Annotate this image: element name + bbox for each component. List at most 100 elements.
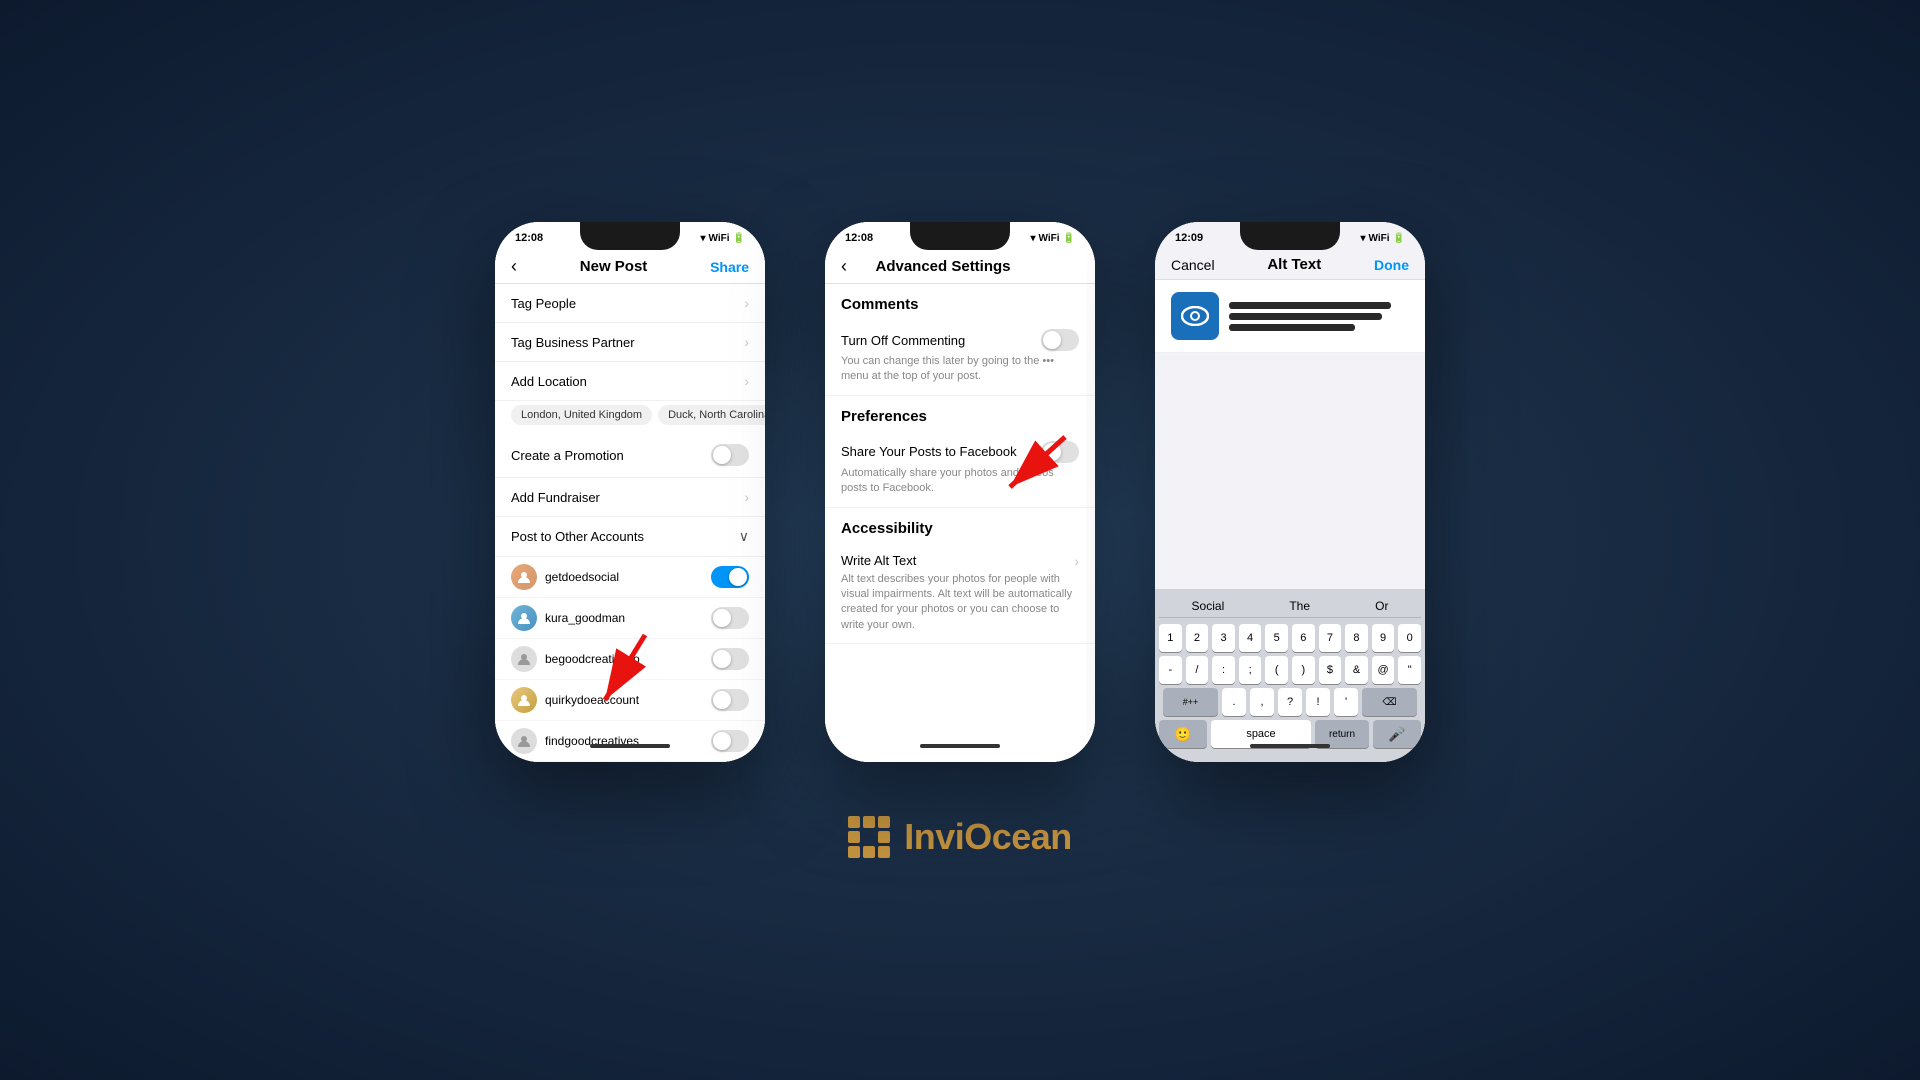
- account-avatar-1: [511, 564, 537, 590]
- commenting-label: Turn Off Commenting: [841, 333, 965, 348]
- logo-area: InviOcean: [848, 816, 1072, 858]
- account-avatar-4: [511, 687, 537, 713]
- logo-dot-5: [863, 831, 875, 843]
- list-item-tag-people[interactable]: Tag People ›: [495, 284, 765, 323]
- key-0[interactable]: 0: [1398, 624, 1421, 652]
- status-bar-3: 12:09 ▾ WiFi 🔋: [1155, 222, 1425, 250]
- suggestion-3[interactable]: Or: [1369, 597, 1394, 615]
- adv-item-alt-text[interactable]: Write Alt Text › Alt text describes your…: [825, 543, 1095, 645]
- phone-divider-1: [590, 744, 670, 748]
- key-period[interactable]: .: [1222, 688, 1246, 716]
- account-toggle-3[interactable]: [711, 648, 749, 670]
- kbd-suggestions: Social The Or: [1159, 595, 1421, 618]
- share-button[interactable]: Share: [710, 259, 749, 275]
- key-semicolon[interactable]: ;: [1239, 656, 1262, 684]
- account-name-4: quirkydoeaccount: [545, 693, 711, 707]
- key-3[interactable]: 3: [1212, 624, 1235, 652]
- done-button[interactable]: Done: [1374, 257, 1409, 273]
- chevron-icon: ›: [744, 489, 749, 505]
- key-apostrophe[interactable]: ': [1334, 688, 1358, 716]
- key-6[interactable]: 6: [1292, 624, 1315, 652]
- back-button-1[interactable]: ‹: [511, 256, 517, 277]
- location-tags: London, United Kingdom Duck, North Carol…: [495, 401, 765, 433]
- share-facebook-toggle[interactable]: [1041, 441, 1079, 463]
- logo-dot-7: [848, 846, 860, 858]
- nav-title-2: Advanced Settings: [875, 258, 1010, 275]
- alt-text-line-1: [1229, 302, 1391, 309]
- key-comma[interactable]: ,: [1250, 688, 1274, 716]
- list-item-add-location[interactable]: Add Location ›: [495, 362, 765, 401]
- key-dollar[interactable]: $: [1319, 656, 1342, 684]
- share-facebook-desc: Automatically share your photos and vide…: [841, 466, 1079, 497]
- key-exclaim[interactable]: !: [1306, 688, 1330, 716]
- logo-dot-6: [878, 831, 890, 843]
- key-rparen[interactable]: ): [1292, 656, 1315, 684]
- screen-content-1: Tag People › Tag Business Partner › Add …: [495, 284, 765, 762]
- time-1: 12:08: [515, 232, 543, 244]
- key-quote[interactable]: ": [1398, 656, 1421, 684]
- suggestion-2[interactable]: The: [1283, 597, 1316, 615]
- list-item-other-accounts[interactable]: Post to Other Accounts ∨: [495, 517, 765, 557]
- emoji-key[interactable]: 🙂: [1159, 720, 1207, 748]
- key-amp[interactable]: &: [1345, 656, 1368, 684]
- status-icons-2: ▾ WiFi 🔋: [1031, 233, 1076, 244]
- key-more[interactable]: #++: [1163, 688, 1218, 716]
- promotion-toggle[interactable]: [711, 444, 749, 466]
- cancel-button[interactable]: Cancel: [1171, 257, 1215, 273]
- commenting-desc: You can change this later by going to th…: [841, 354, 1079, 385]
- phones-container: 12:08 ▾ WiFi 🔋 ‹ New Post Share: [495, 222, 1425, 762]
- key-8[interactable]: 8: [1345, 624, 1368, 652]
- time-3: 12:09: [1175, 232, 1203, 244]
- logo-text: InviOcean: [904, 816, 1072, 858]
- kbd-row-symbols2: #++ . , ? ! ' ⌫: [1159, 688, 1421, 716]
- key-lparen[interactable]: (: [1265, 656, 1288, 684]
- location-tag-2: Duck, North Carolina: [658, 405, 765, 425]
- account-toggle-2[interactable]: [711, 607, 749, 629]
- chevron-icon: ∨: [739, 528, 749, 545]
- logo-dot-3: [878, 816, 890, 828]
- key-7[interactable]: 7: [1319, 624, 1342, 652]
- key-9[interactable]: 9: [1372, 624, 1395, 652]
- key-colon[interactable]: :: [1212, 656, 1235, 684]
- account-toggle-4[interactable]: [711, 689, 749, 711]
- key-2[interactable]: 2: [1186, 624, 1209, 652]
- account-avatar-3: [511, 646, 537, 672]
- key-slash[interactable]: /: [1186, 656, 1209, 684]
- key-4[interactable]: 4: [1239, 624, 1262, 652]
- promotion-label: Create a Promotion: [511, 448, 624, 463]
- key-question[interactable]: ?: [1278, 688, 1302, 716]
- suggestion-1[interactable]: Social: [1186, 597, 1231, 615]
- account-avatar-5: [511, 728, 537, 754]
- backspace-key[interactable]: ⌫: [1362, 688, 1417, 716]
- time-2: 12:08: [845, 232, 873, 244]
- nav-title-1: New Post: [580, 258, 648, 275]
- account-row-2: kura_goodman: [495, 598, 765, 639]
- back-button-2[interactable]: ‹: [841, 256, 847, 277]
- fundraiser-label: Add Fundraiser: [511, 490, 600, 505]
- nav-title-3: Alt Text: [1267, 256, 1321, 273]
- list-item-tag-business[interactable]: Tag Business Partner ›: [495, 323, 765, 362]
- key-at[interactable]: @: [1372, 656, 1395, 684]
- account-toggle-5[interactable]: [711, 730, 749, 752]
- account-toggle-1[interactable]: [711, 566, 749, 588]
- status-bar-2: 12:08 ▾ WiFi 🔋: [825, 222, 1095, 250]
- key-1[interactable]: 1: [1159, 624, 1182, 652]
- key-5[interactable]: 5: [1265, 624, 1288, 652]
- phone-divider-2: [920, 744, 1000, 748]
- list-item-promotion[interactable]: Create a Promotion: [495, 433, 765, 478]
- mic-key[interactable]: 🎤: [1373, 720, 1421, 748]
- key-dash[interactable]: -: [1159, 656, 1182, 684]
- account-row-1: getdoedsocial: [495, 557, 765, 598]
- commenting-toggle[interactable]: [1041, 329, 1079, 351]
- phone-divider-3: [1250, 744, 1330, 748]
- alt-text-chevron: ›: [1074, 553, 1079, 569]
- other-accounts-label: Post to Other Accounts: [511, 529, 644, 544]
- account-name-1: getdoedsocial: [545, 570, 711, 584]
- eye-icon: [1171, 292, 1219, 340]
- chevron-icon: ›: [744, 334, 749, 350]
- logo-dot-8: [863, 846, 875, 858]
- kbd-row-numbers: 1 2 3 4 5 6 7 8 9 0: [1159, 624, 1421, 652]
- alt-text-content: [1229, 302, 1409, 331]
- list-item-fundraiser[interactable]: Add Fundraiser ›: [495, 478, 765, 517]
- logo-dot-2: [863, 816, 875, 828]
